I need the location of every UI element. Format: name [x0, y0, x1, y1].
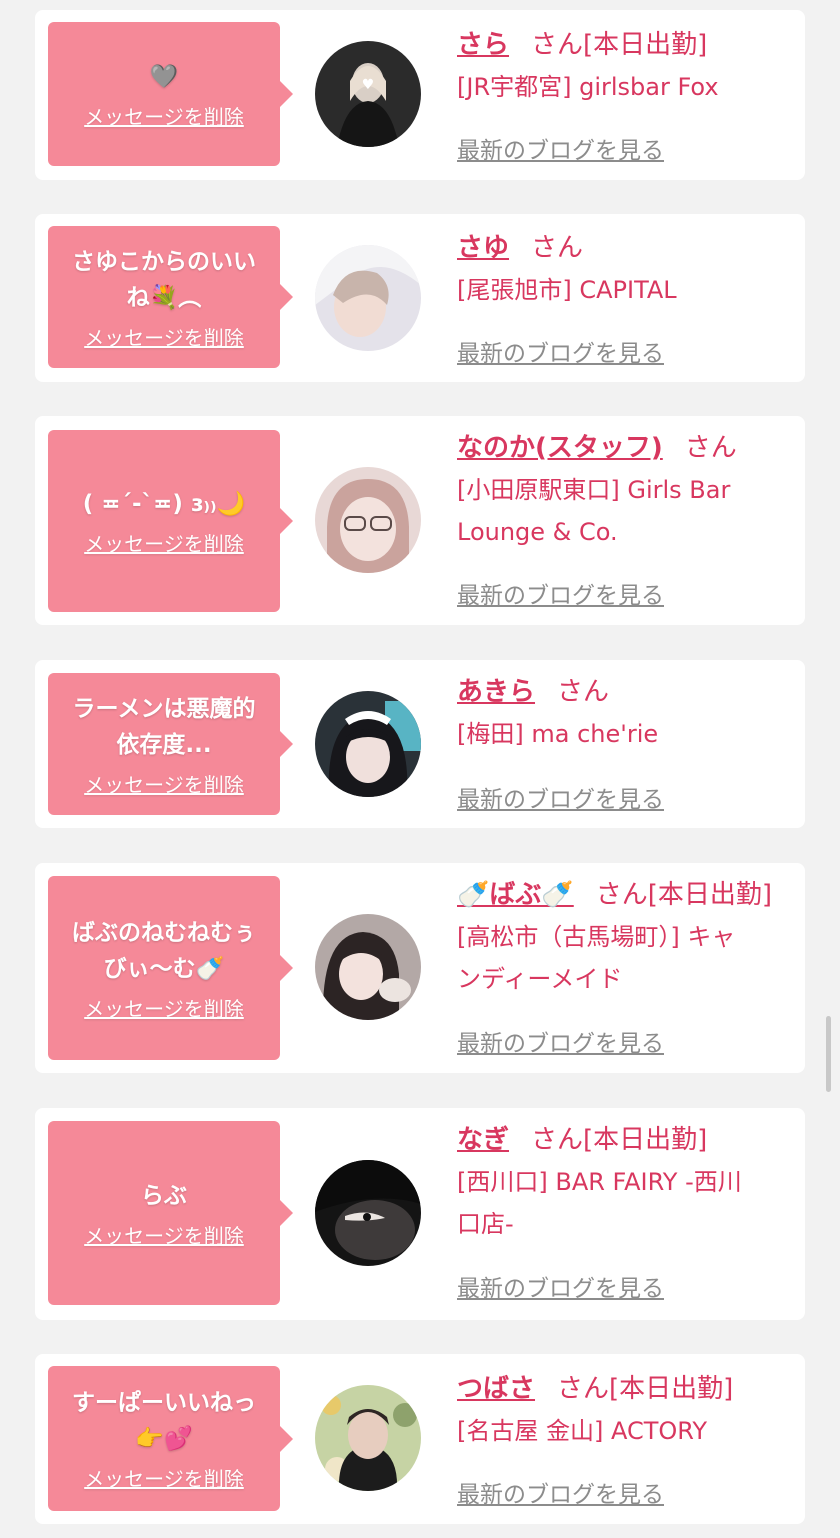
message-line: ラーメンは悪魔的 — [72, 695, 256, 722]
message-bubble: らぶ メッセージを削除 — [48, 1121, 293, 1305]
svg-text:♥: ♥ — [362, 77, 375, 93]
message-text: ばぶのねむねむぅ びぃ〜む🍼 — [62, 915, 266, 987]
like-card: 🩶 メッセージを削除 ♥ さら さん[本日出勤] [JR宇都宮] girlsbar… — [35, 10, 805, 180]
message-line: すーぱーいいねっ — [72, 1390, 256, 1416]
cast-name-link[interactable]: なぎ — [457, 1125, 509, 1155]
shop-info: [JR宇都宮] girlsbar Fox — [457, 66, 797, 108]
shop-line: [高松市（古馬場町）] キャ — [457, 923, 736, 951]
shop-line: [JR宇都宮] girlsbar Fox — [457, 73, 719, 101]
message-bubble: さゆこからのいい ね💐︵ メッセージを削除 — [48, 226, 293, 368]
shop-line: [小田原駅東口] Girls Bar — [457, 476, 731, 504]
honorific: さん — [531, 30, 584, 60]
cast-name-link[interactable]: さら — [457, 30, 509, 60]
delete-message-link[interactable]: メッセージを削除 — [84, 993, 244, 1022]
message-text: らぶ — [131, 1178, 197, 1214]
shop-line: [西川口] BAR FAIRY -西川 — [457, 1168, 742, 1196]
delete-message-link[interactable]: メッセージを削除 — [84, 1463, 244, 1492]
cast-info: 🍼ばぶ🍼 さん[本日出勤] [高松市（古馬場町）] キャ ンディーメイド — [457, 878, 797, 1000]
scrollbar[interactable] — [826, 1016, 831, 1092]
latest-blog-link[interactable]: 最新のブログを見る — [457, 334, 664, 368]
shop-line: [名古屋 金山] ACTORY — [457, 1417, 708, 1445]
cast-name-link[interactable]: 🍼ばぶ🍼 — [457, 880, 574, 910]
shop-info: [梅田] ma che'rie — [457, 713, 797, 755]
message-line: ばぶのねむねむぅ — [72, 919, 256, 946]
status-tag: [本日出勤] — [583, 1125, 708, 1155]
message-line: さゆこからのいい — [72, 248, 256, 275]
shop-info: [尾張旭市] CAPITAL — [457, 269, 797, 311]
delete-message-link[interactable]: メッセージを削除 — [84, 101, 244, 130]
message-text: ラーメンは悪魔的 依存度... — [62, 691, 265, 763]
like-card: ばぶのねむねむぅ びぃ〜む🍼 メッセージを削除 🍼ばぶ🍼 さん[本日出勤] [高松… — [35, 863, 805, 1073]
cast-info: あきら さん [梅田] ma che'rie — [457, 675, 797, 755]
cast-info: なぎ さん[本日出勤] [西川口] BAR FAIRY -西川 口店- — [457, 1123, 797, 1245]
shop-info: [小田原駅東口] Girls Bar Lounge & Co. — [457, 469, 797, 553]
status-tag: [本日出勤] — [647, 880, 773, 910]
shop-line: ンディーメイド — [457, 965, 623, 993]
message-text: さゆこからのいい ね💐︵ — [62, 244, 266, 316]
avatar[interactable] — [315, 914, 421, 1020]
message-bubble: ばぶのねむねむぅ びぃ〜む🍼 メッセージを削除 — [48, 876, 293, 1060]
latest-blog-link[interactable]: 最新のブログを見る — [457, 1475, 664, 1509]
cast-name-link[interactable]: さゆ — [457, 233, 509, 263]
message-line: 🩶 — [149, 63, 179, 90]
avatar[interactable]: ♥ — [315, 41, 421, 147]
cast-info: つばさ さん[本日出勤] [名古屋 金山] ACTORY — [457, 1372, 797, 1452]
cast-name-link[interactable]: なのか(スタッフ) — [457, 433, 663, 463]
cast-name-link[interactable]: つばさ — [457, 1374, 535, 1404]
shop-info: [高松市（古馬場町）] キャ ンディーメイド — [457, 916, 797, 1000]
honorific: さん — [595, 880, 648, 910]
latest-blog-link[interactable]: 最新のブログを見る — [457, 1269, 664, 1303]
shop-line: Lounge & Co. — [457, 518, 618, 546]
message-text: すーぱーいいねっ 👉💕 — [62, 1385, 266, 1457]
latest-blog-link[interactable]: 最新のブログを見る — [457, 1024, 664, 1058]
honorific: さん — [531, 1125, 584, 1155]
message-bubble: ( ≖ˊ-ˋ≖) ɜ₎₎🌙 メッセージを削除 — [48, 430, 293, 612]
cast-info: さら さん[本日出勤] [JR宇都宮] girlsbar Fox — [457, 28, 797, 108]
message-line: らぶ — [141, 1182, 187, 1209]
cast-info: さゆ さん [尾張旭市] CAPITAL — [457, 231, 797, 311]
shop-line: [尾張旭市] CAPITAL — [457, 276, 677, 304]
cast-info: なのか(スタッフ) さん [小田原駅東口] Girls Bar Lounge & … — [457, 431, 797, 553]
avatar[interactable] — [315, 245, 421, 351]
latest-blog-link[interactable]: 最新のブログを見る — [457, 576, 664, 610]
cast-name-link[interactable]: あきら — [457, 677, 535, 707]
honorific: さん — [531, 233, 584, 263]
delete-message-link[interactable]: メッセージを削除 — [84, 1220, 244, 1249]
message-line: 👉💕 — [135, 1426, 193, 1452]
avatar[interactable] — [315, 1385, 421, 1491]
message-line: ね💐︵ — [126, 284, 202, 311]
avatar[interactable] — [315, 1160, 421, 1266]
latest-blog-link[interactable]: 最新のブログを見る — [457, 780, 664, 814]
like-card: すーぱーいいねっ 👉💕 メッセージを削除 つばさ さん[本日出勤] [名古屋 金山… — [35, 1354, 805, 1524]
message-text: 🩶 — [140, 59, 189, 95]
message-text: ( ≖ˊ-ˋ≖) ɜ₎₎🌙 — [73, 486, 256, 522]
message-bubble: ラーメンは悪魔的 依存度... メッセージを削除 — [48, 673, 293, 815]
status-tag: [本日出勤] — [609, 1374, 734, 1404]
latest-blog-link[interactable]: 最新のブログを見る — [457, 131, 664, 165]
avatar[interactable] — [315, 691, 421, 797]
like-card: ラーメンは悪魔的 依存度... メッセージを削除 あきら さん [梅田] ma c… — [35, 660, 805, 828]
honorific: さん — [557, 677, 610, 707]
message-line: ( ≖ˊ-ˋ≖) ɜ₎₎🌙 — [82, 490, 246, 517]
message-line: 依存度... — [116, 731, 212, 758]
like-card: ( ≖ˊ-ˋ≖) ɜ₎₎🌙 メッセージを削除 なのか(スタッフ) さん [小田原駅… — [35, 416, 805, 625]
shop-line: [梅田] ma che'rie — [457, 720, 659, 748]
message-bubble: 🩶 メッセージを削除 — [48, 22, 293, 166]
status-tag: [本日出勤] — [583, 30, 708, 60]
honorific: さん — [684, 433, 737, 463]
like-card: らぶ メッセージを削除 なぎ さん[本日出勤] [西川口] BAR FAIRY -… — [35, 1108, 805, 1320]
delete-message-link[interactable]: メッセージを削除 — [84, 322, 244, 351]
shop-info: [西川口] BAR FAIRY -西川 口店- — [457, 1161, 797, 1245]
message-bubble: すーぱーいいねっ 👉💕 メッセージを削除 — [48, 1366, 293, 1511]
shop-line: 口店- — [457, 1210, 514, 1238]
message-line: びぃ〜む🍼 — [103, 955, 225, 982]
honorific: さん — [557, 1374, 610, 1404]
like-card: さゆこからのいい ね💐︵ メッセージを削除 さゆ さん [尾張旭市] CAPITA… — [35, 214, 805, 382]
shop-info: [名古屋 金山] ACTORY — [457, 1410, 797, 1452]
delete-message-link[interactable]: メッセージを削除 — [84, 769, 244, 798]
avatar[interactable] — [315, 467, 421, 573]
delete-message-link[interactable]: メッセージを削除 — [84, 528, 244, 557]
